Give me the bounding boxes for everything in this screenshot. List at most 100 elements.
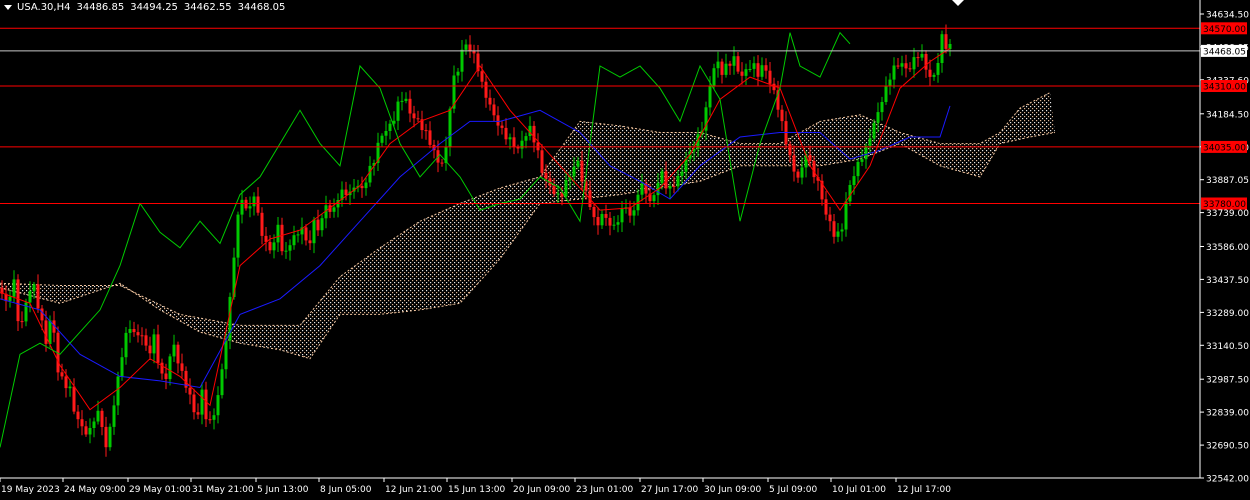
candle-bull (748, 69, 752, 70)
candle-bear (16, 279, 20, 322)
candle-bear (72, 386, 76, 412)
candle-bull (940, 34, 944, 63)
candle-bear (768, 70, 772, 84)
candle-bull (364, 182, 368, 189)
time-tick-label: 12 Jul 17:00 (897, 485, 951, 495)
candle-bull (28, 291, 32, 303)
candle-bear (84, 426, 88, 435)
time-tick-label: 19 May 2023 (1, 485, 60, 495)
candle-bull (240, 199, 244, 215)
candle-bear (180, 363, 184, 371)
candle-bear (136, 332, 140, 336)
candle-bull (524, 136, 528, 141)
time-tick-label: 27 Jun 17:00 (641, 485, 698, 495)
candle-bear (944, 34, 948, 49)
senkou-span-b-line (0, 132, 1056, 360)
candle-bull (680, 171, 684, 176)
candle-bear (492, 104, 496, 116)
candle-bull (856, 161, 860, 177)
price-tick-label: 32987.50 (1206, 376, 1249, 386)
candle-bull (296, 234, 300, 236)
candle-bear (496, 115, 500, 126)
candle-bear (484, 81, 488, 98)
candle-bear (204, 389, 208, 420)
price-tick-label: 32839.00 (1206, 409, 1249, 419)
candle-bull (864, 145, 868, 160)
candle-bear (552, 185, 556, 194)
candle-bear (924, 54, 928, 70)
price-tick-label: 33437.50 (1206, 276, 1249, 286)
candle-bull (312, 219, 316, 244)
candle-bull (124, 332, 128, 358)
time-tick-label: 24 May 09:00 (64, 485, 126, 495)
candle-bull (200, 389, 204, 415)
candle-bear (416, 118, 420, 120)
candle-bear (756, 63, 760, 77)
candle-bull (68, 386, 72, 389)
candle-bull (252, 196, 256, 207)
candle-bull (912, 57, 916, 70)
candle-bull (404, 98, 408, 101)
candle-bull (284, 250, 288, 252)
candle-bear (628, 207, 632, 216)
candle-bear (140, 335, 144, 337)
candle-bear (512, 137, 516, 148)
candle-bull (708, 85, 712, 108)
candle-bull (564, 180, 568, 197)
candle-bear (280, 224, 284, 252)
candle-bull (716, 61, 720, 69)
level-price-label: 33780.00 (1203, 200, 1246, 210)
candle-bear (268, 241, 272, 251)
candle-bull (948, 44, 952, 49)
candle-bear (808, 155, 812, 161)
candle-bull (660, 171, 664, 184)
candle-bear (244, 199, 248, 209)
candle-bear (188, 387, 192, 395)
candle-bear (412, 113, 416, 119)
candle-bull (120, 357, 124, 377)
candle-bull (712, 68, 716, 86)
candle-bear (532, 125, 536, 143)
candle-bear (916, 57, 920, 59)
price-chart[interactable]: 34634.5034486.0534337.6034184.5034035.60… (0, 0, 1250, 500)
candle-bear (80, 419, 84, 427)
candle-bull (800, 167, 804, 178)
candle-bull (464, 44, 468, 50)
candle-bull (388, 123, 392, 131)
candle-bear (740, 71, 744, 76)
candle-bear (592, 207, 596, 218)
candle-bull (116, 376, 120, 406)
candle-bear (488, 97, 492, 105)
candle-bull (892, 65, 896, 80)
candle-bear (196, 412, 200, 415)
candle-bull (32, 284, 36, 292)
candle-bear (796, 171, 800, 178)
candle-bull (936, 63, 940, 75)
candle-bear (792, 155, 796, 172)
candle-bear (208, 419, 212, 421)
candle-bull (332, 207, 336, 212)
price-tick-label: 33586.00 (1206, 243, 1249, 253)
candle-bear (192, 394, 196, 413)
candle-bull (396, 101, 400, 121)
candle-bear (304, 227, 308, 241)
price-tick-label: 34184.50 (1206, 110, 1249, 120)
candle-bull (112, 405, 116, 427)
candle-bear (928, 69, 932, 77)
candle-bear (256, 196, 260, 213)
candle-bear (176, 344, 180, 364)
candle-bull (884, 85, 888, 102)
candle-bear (788, 144, 792, 156)
candle-bear (260, 212, 264, 236)
level-price-label: 34570.00 (1203, 25, 1246, 35)
candle-bull (108, 426, 112, 448)
price-tick-label: 32690.50 (1206, 442, 1249, 452)
candle-bear (160, 362, 164, 374)
candle-bull (872, 122, 876, 139)
candle-bull (236, 214, 240, 258)
candle-bull (632, 210, 636, 216)
time-tick-label: 5 Jun 13:00 (257, 485, 309, 495)
candle-bear (156, 334, 160, 363)
candle-bull (640, 183, 644, 195)
ichimoku-cloud (0, 92, 1055, 359)
